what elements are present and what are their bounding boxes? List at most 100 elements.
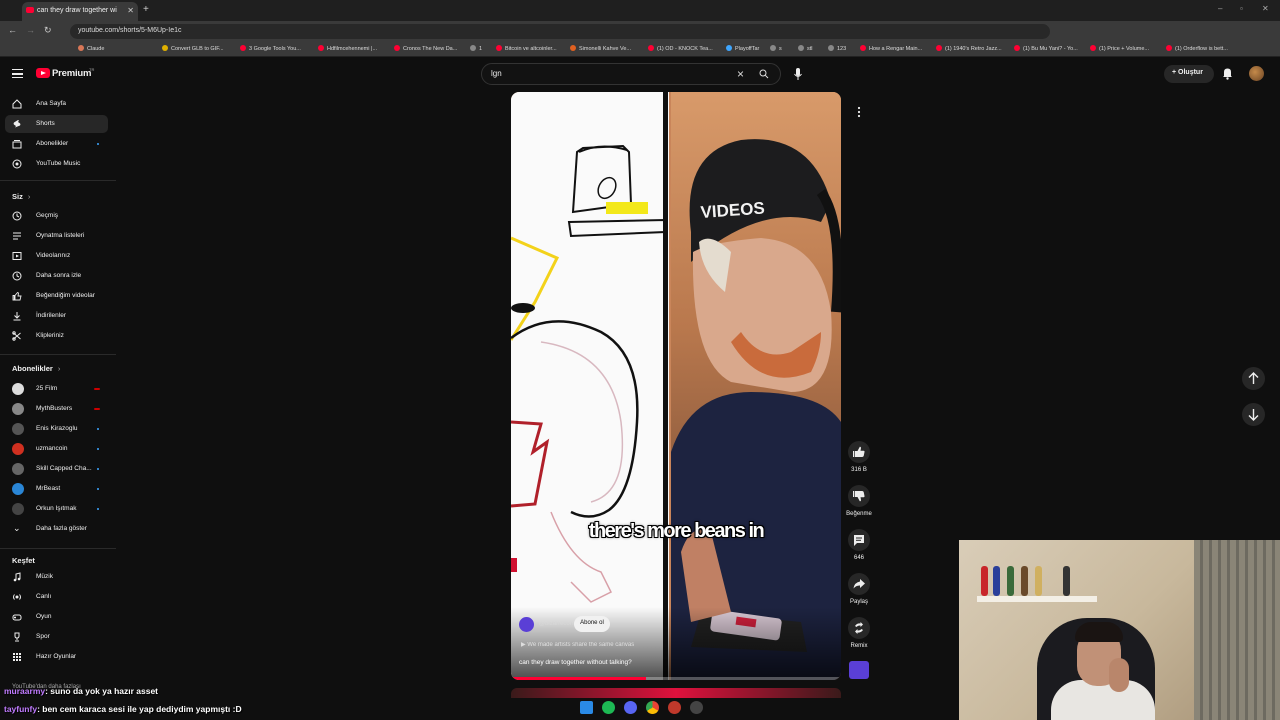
chrome-icon[interactable] xyxy=(646,701,659,714)
bookmark-item[interactable]: (1) 1940's Retro Jazz... xyxy=(936,45,1002,52)
bookmark-item[interactable]: s xyxy=(770,45,782,52)
reload-icon[interactable]: ↻ xyxy=(44,25,52,36)
progress-bar[interactable] xyxy=(511,677,841,680)
dislike-button[interactable] xyxy=(848,485,870,507)
channel-avatar xyxy=(12,443,24,455)
sidebar-item-gaming[interactable]: Oyun xyxy=(5,608,108,626)
bookmark-item[interactable]: PlayoffTar xyxy=(726,45,759,52)
thumbs-down-icon xyxy=(853,491,865,502)
bookmark-item[interactable]: (1) Bu Mu Yani? - Yo... xyxy=(1014,45,1078,52)
microphone-icon[interactable] xyxy=(793,67,803,81)
sidebar-item-download[interactable]: İndirilenler xyxy=(5,307,108,325)
sidebar-item-playlists[interactable]: Oynatma listeleri xyxy=(5,227,108,245)
clear-search-icon[interactable]: × xyxy=(737,67,744,81)
bookmark-item[interactable]: Convert GLB to GIF... xyxy=(162,45,224,52)
sidebar-item-channel[interactable]: MrBeast xyxy=(5,480,108,498)
bookmark-item[interactable]: Bitcoin ve altcoinler... xyxy=(496,45,557,52)
youtube-logo-text[interactable]: Premium xyxy=(52,68,91,79)
forward-icon[interactable]: → xyxy=(26,25,35,35)
bookmark-item[interactable]: 3 Google Tools You... xyxy=(240,45,301,52)
sidebar-item-clips[interactable]: Klipleriniz xyxy=(5,327,108,345)
sidebar-item-trophy[interactable]: Spor xyxy=(5,628,108,646)
bookmark-item[interactable]: Hdfilmcehennemi |... xyxy=(318,45,377,52)
maximize-icon[interactable]: ▫ xyxy=(1240,4,1243,13)
bookmark-item[interactable]: (1) OD - KNOCK Tea... xyxy=(648,45,713,52)
bookmark-item[interactable]: stl xyxy=(798,45,813,52)
canvas-divider xyxy=(663,92,668,680)
subscribe-button[interactable]: Abone ol xyxy=(574,616,610,632)
show-more-button[interactable]: Daha fazla göster ⌄ xyxy=(5,520,108,538)
bookmark-favicon-icon xyxy=(318,45,324,51)
bookmark-item[interactable]: (1) Price + Volume... xyxy=(1090,45,1149,52)
app-icon[interactable] xyxy=(690,701,703,714)
like-count: 316 B xyxy=(851,467,867,473)
youtube-logo-icon[interactable] xyxy=(36,68,50,78)
more-options-icon[interactable] xyxy=(854,104,864,120)
minimize-icon[interactable]: – xyxy=(1218,4,1222,13)
bookmark-item[interactable]: 1 xyxy=(470,45,482,52)
artist-camera-panel: VIDEOS xyxy=(671,92,841,680)
comments-button[interactable] xyxy=(848,529,870,551)
url-field[interactable]: youtube.com/shorts/5-M6Up-Ie1c xyxy=(70,24,1050,39)
notifications-bell-icon[interactable] xyxy=(1222,67,1233,80)
window-close-icon[interactable]: ✕ xyxy=(1262,4,1269,13)
sidebar-divider xyxy=(0,354,116,355)
bookmark-label: 3 Google Tools You... xyxy=(249,46,301,52)
sidebar-item-grid[interactable]: Hazır Oyunlar xyxy=(5,648,108,666)
section-heading-label: Keşfet xyxy=(12,556,35,565)
sidebar-item-shorts[interactable]: Shorts xyxy=(5,115,108,133)
spotify-icon[interactable] xyxy=(602,701,615,714)
next-short-preview[interactable] xyxy=(511,688,841,698)
bookmark-item[interactable]: Simonelli Kahve Ve... xyxy=(570,45,631,52)
sidebar-item-watch-later[interactable]: Daha sonra izle xyxy=(5,267,108,285)
section-heading-explore[interactable]: Keşfet xyxy=(12,556,35,565)
playlist-link[interactable]: ▶ We made artists share the same canvas xyxy=(521,641,634,648)
search-icon[interactable] xyxy=(759,69,769,79)
previous-short-button[interactable] xyxy=(1242,367,1265,390)
channel-avatar[interactable] xyxy=(519,617,534,632)
sidebar-item-channel[interactable]: MythBusters xyxy=(5,400,108,418)
sidebar-item-live[interactable]: Canlı xyxy=(5,588,108,606)
sidebar-item-liked[interactable]: Beğendiğim videolar xyxy=(5,287,108,305)
back-icon[interactable]: ← xyxy=(8,25,17,35)
new-tab-icon[interactable]: + xyxy=(143,4,149,15)
video-title[interactable]: can they draw together without talking? xyxy=(519,659,632,666)
bookmark-item[interactable]: Claude xyxy=(78,45,104,52)
create-button[interactable]: + Oluştur xyxy=(1164,65,1214,83)
remix-icon xyxy=(855,622,863,634)
sidebar-item-music[interactable]: YouTube Music xyxy=(5,155,108,173)
sidebar-item-channel[interactable]: Enis Kirazoglu xyxy=(5,420,108,438)
bookmark-label: 1 xyxy=(479,46,483,52)
sidebar-item-channel[interactable]: Orkun Işıtmak xyxy=(5,500,108,518)
bookmark-item[interactable]: Cronos The New Da... xyxy=(394,45,457,52)
search-input[interactable] xyxy=(491,69,711,78)
section-heading-you[interactable]: Siz › xyxy=(12,192,30,201)
sidebar-item-channel[interactable]: Skill Capped Cha... xyxy=(5,460,108,478)
app-icon[interactable] xyxy=(668,701,681,714)
sidebar-item-your-videos[interactable]: Videolarınız xyxy=(5,247,108,265)
shorts-video-player[interactable]: VIDEOS there's more beans in @bizarrecom… xyxy=(511,92,841,680)
sidebar-item-history[interactable]: Geçmiş xyxy=(5,207,108,225)
bookmark-item[interactable]: 123 xyxy=(828,45,846,52)
sound-thumbnail[interactable] xyxy=(849,661,869,679)
sidebar-item-channel[interactable]: 25 Film xyxy=(5,380,108,398)
sidebar-item-music-note[interactable]: Müzik xyxy=(5,568,108,586)
tab-close-icon[interactable]: ✕ xyxy=(127,6,134,15)
bookmark-favicon-icon xyxy=(798,45,804,51)
account-avatar[interactable] xyxy=(1249,66,1264,81)
channel-avatar xyxy=(12,463,24,475)
next-short-button[interactable] xyxy=(1242,403,1265,426)
like-button[interactable] xyxy=(848,441,870,463)
section-heading-subscriptions[interactable]: Abonelikler › xyxy=(12,364,60,373)
sidebar-item-home[interactable]: Ana Sayfa xyxy=(5,95,108,113)
windows-start-icon[interactable] xyxy=(580,701,593,714)
hamburger-menu-icon[interactable] xyxy=(12,69,23,78)
discord-icon[interactable] xyxy=(624,701,637,714)
remix-button[interactable] xyxy=(848,617,870,639)
sidebar-item-channel[interactable]: uzmancoin xyxy=(5,440,108,458)
browser-tab-active[interactable]: can they draw together wi ✕ xyxy=(22,2,138,21)
bookmark-item[interactable]: (1) Orderflow is bett... xyxy=(1166,45,1228,52)
share-button[interactable] xyxy=(848,573,870,595)
bookmark-item[interactable]: How a Rengar Main... xyxy=(860,45,922,52)
sidebar-item-subscriptions[interactable]: Abonelikler xyxy=(5,135,108,153)
